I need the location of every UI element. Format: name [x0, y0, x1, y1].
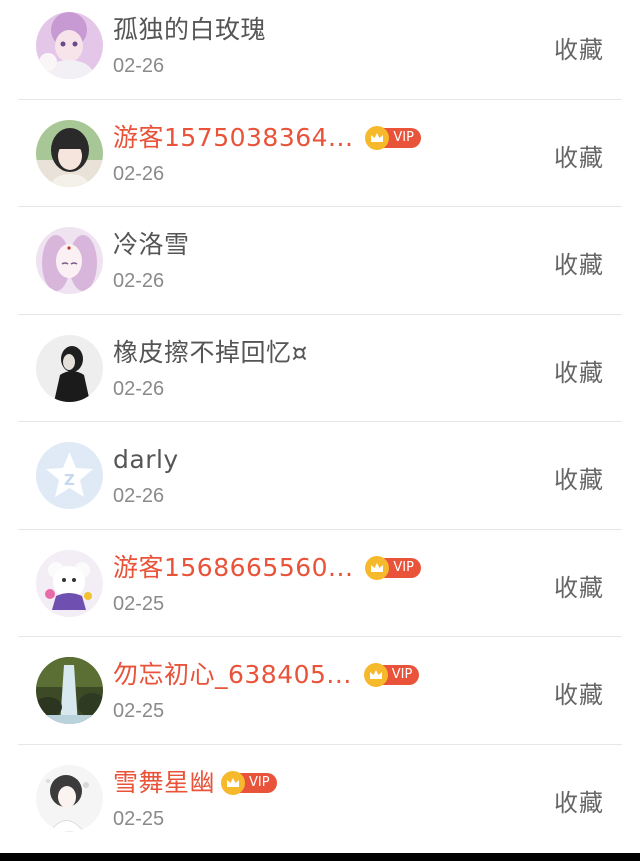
- avatar-image: Z: [36, 442, 103, 509]
- user-name[interactable]: 勿忘初心_638405...: [113, 659, 352, 691]
- girl-photo-avatar[interactable]: [36, 119, 103, 187]
- list-item[interactable]: Z darly 02-26 收藏: [0, 422, 640, 530]
- favorite-date: 02-25: [113, 592, 165, 615]
- favorite-date: 02-26: [113, 485, 165, 507]
- vip-badge: VIP: [221, 770, 277, 795]
- name-line: 橡皮擦不掉回忆¤: [113, 337, 308, 369]
- snow-girl-avatar[interactable]: [36, 764, 103, 832]
- collect-button[interactable]: 收藏: [554, 783, 604, 818]
- default-qq-avatar[interactable]: Z: [36, 442, 103, 509]
- list-item[interactable]: 冷洛雪 02-26 收藏: [0, 207, 640, 315]
- avatar-image: [36, 549, 103, 617]
- user-name[interactable]: 游客1575038364...: [113, 122, 353, 154]
- collect-button[interactable]: 收藏: [554, 460, 604, 495]
- list-item[interactable]: 勿忘初心_638405... VIP 02-25 收藏: [0, 637, 640, 745]
- list-item[interactable]: 孤独的白玫瑰 02-26 收藏: [0, 0, 640, 100]
- collect-button[interactable]: 收藏: [554, 245, 604, 280]
- favorite-date: 02-26: [113, 377, 165, 400]
- user-name[interactable]: darly: [113, 444, 179, 476]
- user-name[interactable]: 孤独的白玫瑰: [113, 14, 266, 46]
- dark-figure-avatar[interactable]: [36, 334, 103, 402]
- list-item[interactable]: 橡皮擦不掉回忆¤ 02-26 收藏: [0, 315, 640, 423]
- avatar-image: [36, 119, 103, 187]
- avatar-image: [36, 12, 103, 79]
- favorite-date: 02-25: [113, 700, 165, 722]
- collect-button[interactable]: 收藏: [554, 30, 604, 65]
- favorite-date: 02-25: [113, 807, 165, 830]
- anime-girl-avatar[interactable]: [36, 227, 103, 294]
- collect-button[interactable]: 收藏: [554, 568, 604, 603]
- avatar-image: [36, 657, 103, 724]
- user-name[interactable]: 雪舞星幽: [113, 767, 215, 799]
- name-line: 孤独的白玫瑰: [113, 14, 266, 46]
- list-item[interactable]: 游客1575038364... VIP 02-26 收藏: [0, 100, 640, 208]
- list-item[interactable]: 雪舞星幽 VIP 02-25 收藏: [0, 745, 640, 853]
- list-item[interactable]: 游客1568665560... VIP 02-25 收藏: [0, 530, 640, 638]
- vip-badge: VIP: [365, 555, 421, 580]
- waterfall-avatar[interactable]: [36, 657, 103, 724]
- favorites-list-screen: 孤独的白玫瑰 02-26 收藏 游客1575038364... VIP 02-2…: [0, 0, 640, 861]
- avatar-image: [36, 764, 103, 832]
- name-line: 冷洛雪: [113, 229, 190, 261]
- crown-icon: [221, 770, 246, 795]
- name-line: darly: [113, 444, 179, 476]
- crown-icon: [365, 555, 390, 580]
- user-list: 孤独的白玫瑰 02-26 收藏 游客1575038364... VIP 02-2…: [0, 0, 640, 852]
- vip-badge: VIP: [363, 663, 420, 687]
- favorite-date: 02-26: [113, 270, 165, 292]
- bottom-edge-bar: [0, 853, 640, 861]
- svg-text:Z: Z: [64, 471, 75, 489]
- collect-button[interactable]: 收藏: [554, 675, 604, 710]
- plush-bear-avatar[interactable]: [36, 549, 103, 617]
- user-name[interactable]: 冷洛雪: [113, 229, 190, 261]
- favorite-date: 02-26: [113, 55, 165, 77]
- favorite-date: 02-26: [113, 162, 165, 185]
- crown-icon: [363, 663, 388, 687]
- user-name[interactable]: 游客1568665560...: [113, 552, 353, 584]
- vip-badge: VIP: [365, 125, 421, 150]
- doll-girl-avatar[interactable]: [36, 12, 103, 79]
- name-line: 雪舞星幽 VIP: [113, 767, 277, 799]
- crown-icon: [365, 125, 390, 150]
- name-line: 游客1568665560... VIP: [113, 552, 421, 584]
- name-line: 勿忘初心_638405... VIP: [113, 659, 420, 691]
- avatar-image: [36, 334, 103, 402]
- collect-button[interactable]: 收藏: [554, 353, 604, 388]
- user-name[interactable]: 橡皮擦不掉回忆¤: [113, 337, 308, 369]
- avatar-image: [36, 227, 103, 294]
- collect-button[interactable]: 收藏: [554, 138, 604, 173]
- name-line: 游客1575038364... VIP: [113, 122, 421, 154]
